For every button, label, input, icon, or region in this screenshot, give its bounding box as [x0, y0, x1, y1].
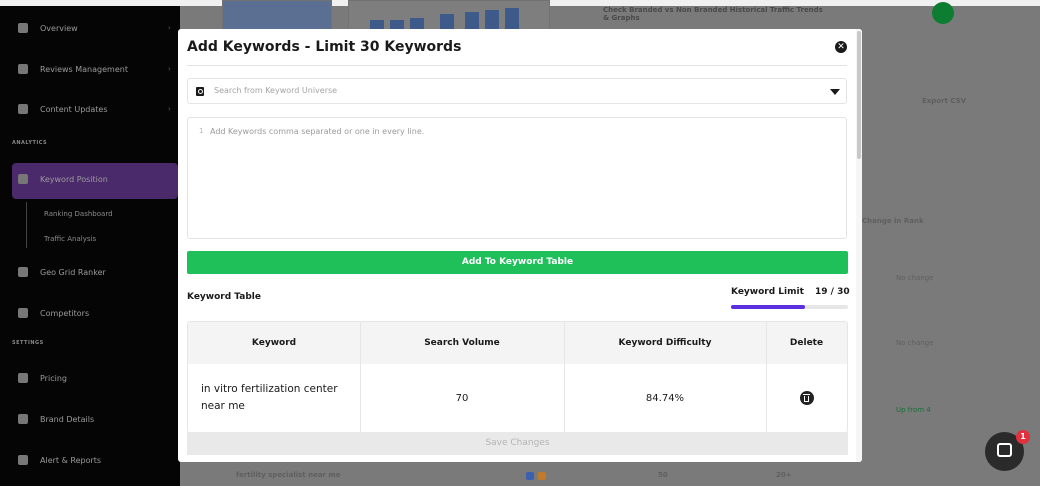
keyword-universe-select[interactable]: Search from Keyword Universe [187, 78, 847, 104]
chart-icon [18, 174, 28, 184]
chevron-right-icon: › [168, 24, 171, 32]
change-in-rank-header: Change in Rank [862, 217, 924, 225]
scrollbar-thumb[interactable] [857, 31, 861, 159]
chevron-right-icon: › [168, 105, 171, 113]
sidebar-subitem-traffic[interactable]: Traffic Analysis [44, 235, 96, 243]
keywords-textarea[interactable]: 1 Add Keywords comma separated or one in… [187, 117, 847, 239]
add-keywords-modal: Add Keywords - Limit 30 Keywords ✕ Searc… [178, 29, 862, 462]
bg-bar [465, 12, 479, 30]
sidebar-item-reviews[interactable]: Reviews Management [18, 64, 128, 74]
bg-card-text: Check Branded vs Non Branded Historical … [603, 6, 823, 22]
export-csv-button[interactable]: Export CSV [922, 97, 966, 105]
keyword-limit-label: Keyword Limit [731, 287, 804, 297]
table-cell-delete [766, 364, 847, 432]
line-number: 1 [199, 127, 204, 135]
column-header-keyword-difficulty: Keyword Difficulty [564, 322, 766, 364]
card-icon [18, 373, 28, 383]
search-icon [196, 87, 204, 96]
table-cell-volume: 70 [455, 392, 469, 404]
chevron-down-icon[interactable] [830, 89, 840, 95]
sidebar-item-keyword-position[interactable]: Keyword Position [18, 174, 108, 184]
submenu-line [26, 202, 27, 248]
sidebar-item-competitors[interactable]: Competitors [18, 308, 89, 318]
bg-bar [505, 8, 519, 30]
keyword-limit-count: 19 / 30 [815, 287, 850, 297]
modal-title: Add Keywords - Limit 30 Keywords [187, 39, 462, 55]
bg-row-volume: 50 [658, 471, 668, 479]
sidebar: Overview › Reviews Management › Content … [0, 6, 180, 486]
trophy-icon [18, 308, 28, 318]
sidebar-subitem-ranking[interactable]: Ranking Dashboard [44, 210, 113, 218]
sidebar-item-brand-details[interactable]: Brand Details [18, 414, 94, 424]
table-cell-keyword: in vitro fertilization center near me [201, 383, 338, 412]
bg-bar [485, 10, 499, 30]
keyword-table: Keyword Search Volume Keyword Difficulty… [187, 321, 848, 433]
home-icon [18, 23, 28, 33]
chevron-right-icon: › [168, 65, 171, 73]
document-icon [18, 104, 28, 114]
column-header-keyword: Keyword [188, 322, 360, 364]
keyword-limit-progress-fill [731, 305, 806, 309]
save-changes-button[interactable]: Save Changes [187, 432, 848, 455]
textarea-placeholder: Add Keywords comma separated or one in e… [210, 127, 425, 136]
row-change: No change [896, 274, 934, 282]
keyword-table-title: Keyword Table [187, 292, 261, 302]
sidebar-item-alerts[interactable]: Alert & Reports [18, 455, 101, 465]
sidebar-item-content[interactable]: Content Updates [18, 104, 108, 114]
row-change: No change [896, 339, 934, 347]
heart-icon [18, 414, 28, 424]
bg-chart-card [222, 0, 332, 32]
bg-tag [526, 472, 534, 480]
row-change: Up from 4 [896, 406, 931, 414]
notification-badge: 1 [1016, 430, 1030, 444]
bg-row-rank: 20+ [776, 471, 792, 479]
trash-icon[interactable] [799, 391, 814, 405]
column-header-search-volume: Search Volume [360, 322, 564, 364]
sidebar-item-overview[interactable]: Overview [18, 23, 78, 33]
keyword-limit-progress [731, 305, 848, 309]
section-label-settings: SETTINGS [12, 340, 44, 346]
sidebar-item-geo-grid[interactable]: Geo Grid Ranker [18, 267, 106, 277]
bell-icon [18, 455, 28, 465]
sidebar-item-pricing[interactable]: Pricing [18, 373, 67, 383]
close-icon[interactable]: ✕ [835, 41, 847, 53]
bg-status-dot [932, 2, 954, 24]
divider [187, 65, 847, 66]
bg-tag [538, 472, 546, 480]
grid-icon [18, 267, 28, 277]
column-header-delete: Delete [766, 322, 847, 364]
bg-bar [440, 14, 454, 30]
add-to-keyword-table-button[interactable]: Add To Keyword Table [187, 251, 848, 274]
search-placeholder: Search from Keyword Universe [214, 86, 338, 95]
table-cell-difficulty: 84.74% [645, 392, 685, 404]
bg-row-keyword: fertility specialist near me [236, 471, 341, 479]
star-icon [18, 64, 28, 74]
section-label-analytics: ANALYTICS [12, 140, 48, 146]
